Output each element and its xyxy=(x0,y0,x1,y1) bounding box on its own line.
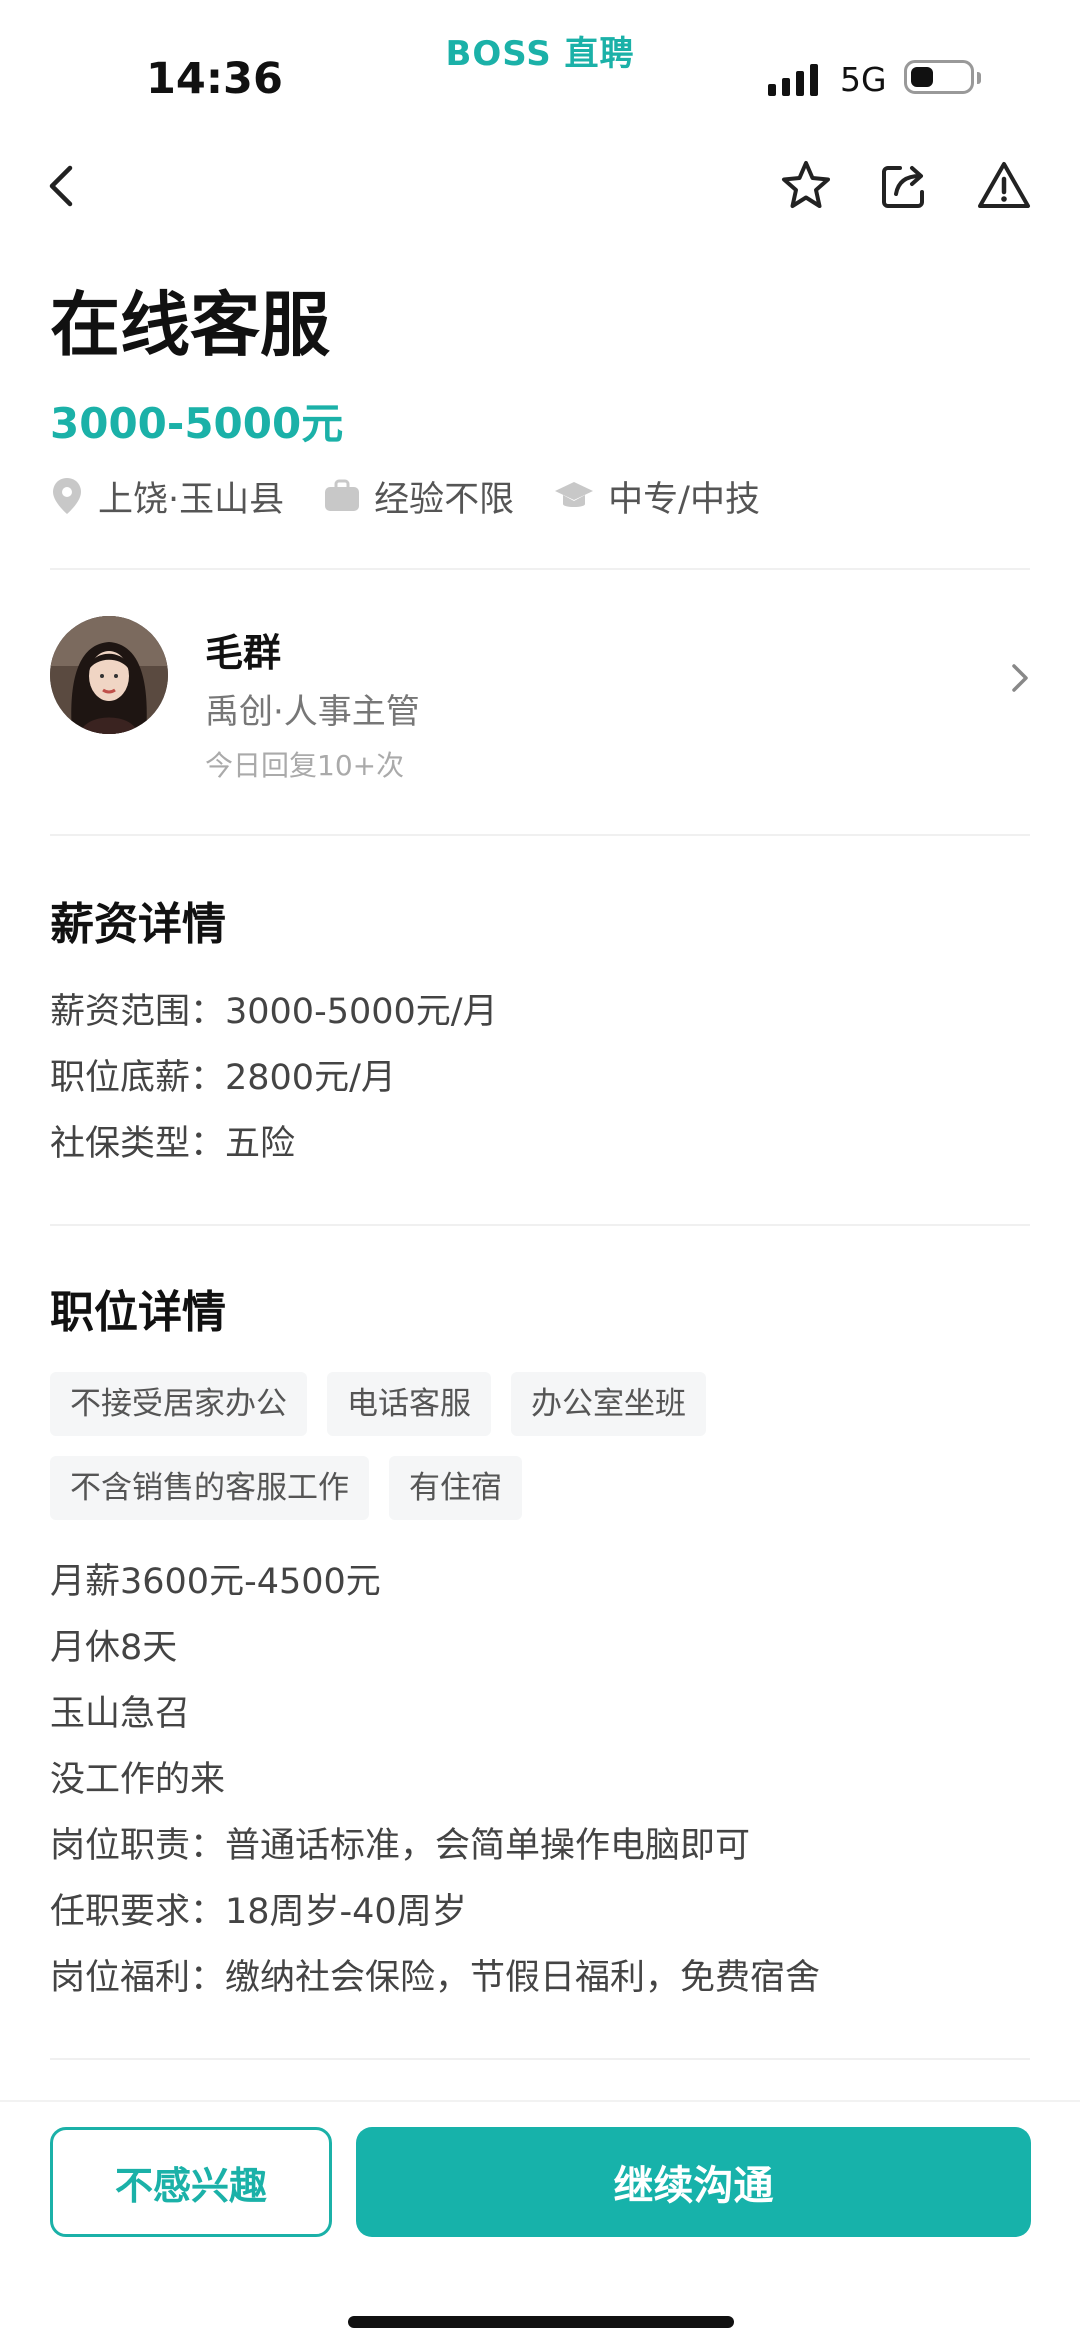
job-title: 在线客服 xyxy=(50,284,330,366)
description-line: 玉山急召 xyxy=(50,1694,191,1734)
graduation-cap-icon xyxy=(555,482,594,507)
divider xyxy=(50,1224,1030,1226)
recruiter-reply-stat: 今日回复10+次 xyxy=(205,749,405,782)
location-pin-icon xyxy=(53,478,81,514)
job-tag: 不含销售的客服工作 xyxy=(50,1456,369,1520)
description-line: 岗位福利：缴纳社会保险，节假日福利，免费宿舍 xyxy=(50,1958,821,1998)
recruiter-role: 禹创·人事主管 xyxy=(205,692,420,732)
avatar-image xyxy=(50,616,168,734)
job-tag: 不接受居家办公 xyxy=(50,1372,307,1436)
back-chevron-left-icon[interactable] xyxy=(34,156,94,216)
job-salary: 3000-5000元 xyxy=(50,399,344,448)
not-interested-button[interactable]: 不感兴趣 xyxy=(50,2127,332,2237)
divider xyxy=(50,568,1030,570)
briefcase-icon xyxy=(325,479,360,511)
divider xyxy=(50,2058,1030,2060)
tag-row: 不接受居家办公 电话客服 办公室坐班 xyxy=(50,1372,1030,1436)
job-tag: 电话客服 xyxy=(327,1372,491,1436)
tag-row: 不含销售的客服工作 有住宿 xyxy=(50,1456,1030,1520)
battery-tip xyxy=(977,72,981,84)
location-text: 上饶·玉山县 xyxy=(98,479,285,520)
recruiter-avatar[interactable] xyxy=(50,616,168,734)
job-meta-row: 上饶·玉山县 经验不限 中专/中技 xyxy=(50,470,800,522)
base-salary-line: 职位底薪：2800元/月 xyxy=(50,1058,396,1098)
insurance-type-line: 社保类型：五险 xyxy=(50,1124,296,1164)
status-time: 14:36 xyxy=(146,54,283,104)
network-type: 5G xyxy=(840,60,887,99)
recruiter-name[interactable]: 毛群 xyxy=(205,622,281,677)
battery-icon xyxy=(904,60,974,94)
location-meta: 上饶·玉山县 xyxy=(50,471,284,522)
description-line: 任职要求：18周岁-40周岁 xyxy=(50,1892,467,1932)
chevron-right-icon[interactable] xyxy=(1006,660,1036,696)
description-line: 月休8天 xyxy=(50,1628,178,1668)
job-details-title: 职位详情 xyxy=(50,1287,226,1338)
description-line: 月薪3600元-4500元 xyxy=(50,1562,381,1602)
description-line: 岗位职责：普通话标准，会简单操作电脑即可 xyxy=(50,1826,751,1866)
salary-range-line: 薪资范围：3000-5000元/月 xyxy=(50,992,498,1032)
salary-details-title: 薪资详情 xyxy=(50,899,226,950)
experience-meta: 经验不限 xyxy=(324,471,514,522)
education-text: 中专/中技 xyxy=(608,479,760,520)
continue-chat-button[interactable]: 继续沟通 xyxy=(356,2127,1031,2237)
job-tag: 有住宿 xyxy=(389,1456,522,1520)
job-tags: 不接受居家办公 电话客服 办公室坐班 不含销售的客服工作 有住宿 xyxy=(50,1372,1030,1540)
bottom-bar-divider xyxy=(0,2100,1080,2102)
divider xyxy=(50,834,1030,836)
job-tag: 办公室坐班 xyxy=(511,1372,706,1436)
home-indicator[interactable] xyxy=(348,2316,734,2328)
experience-text: 经验不限 xyxy=(374,479,515,520)
education-meta: 中专/中技 xyxy=(554,471,760,522)
description-line: 没工作的来 xyxy=(50,1760,226,1800)
cellular-signal-icon xyxy=(768,64,818,96)
share-icon[interactable] xyxy=(874,156,934,216)
report-warning-icon[interactable] xyxy=(974,156,1034,216)
star-icon[interactable] xyxy=(776,156,836,216)
